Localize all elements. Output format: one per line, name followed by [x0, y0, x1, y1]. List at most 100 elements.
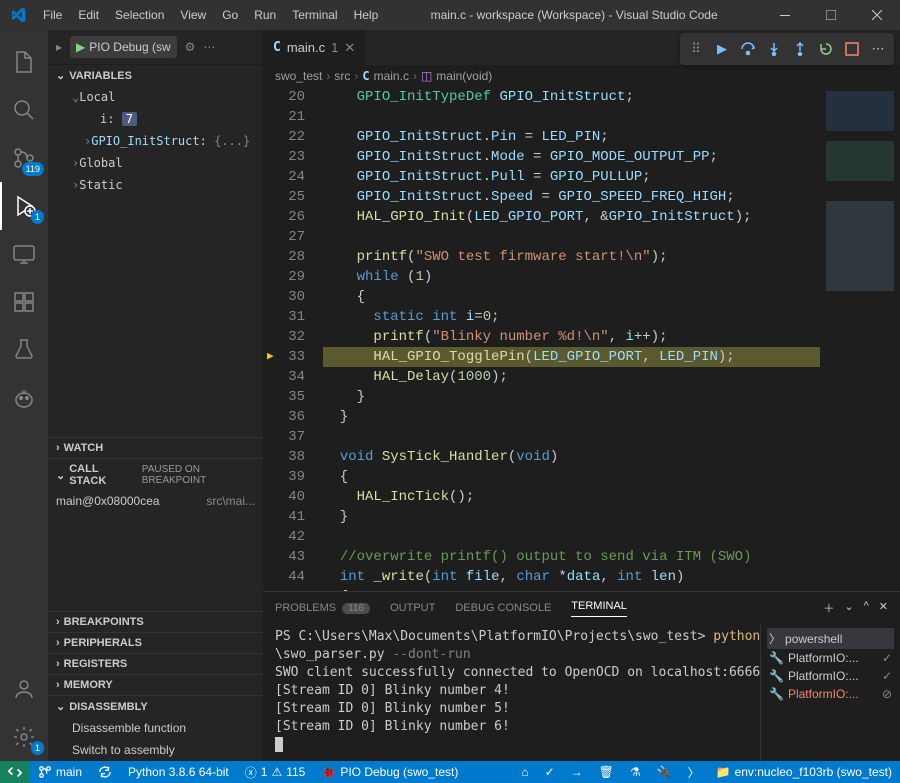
code-line[interactable]: printf("SWO test firmware start!\n"); — [323, 247, 820, 267]
menu-terminal[interactable]: Terminal — [284, 2, 345, 28]
maximize-panel-icon[interactable]: ^ — [864, 600, 869, 616]
pio-env[interactable]: 📁env:nucleo_f103rb (swo_test) — [708, 761, 900, 783]
code-line[interactable]: printf("Blinky number %d!\n", i++); — [323, 327, 820, 347]
code-editor[interactable]: 2021222324252627282930313233▶34353637383… — [263, 87, 900, 591]
code-line[interactable]: HAL_GPIO_TogglePin(LED_GPIO_PORT, LED_PI… — [323, 347, 820, 367]
code-line[interactable]: GPIO_InitStruct.Speed = GPIO_SPEED_FREQ_… — [323, 187, 820, 207]
terminal-output[interactable]: PS C:\Users\Max\Documents\PlatformIO\Pro… — [263, 624, 760, 761]
testing-icon[interactable] — [0, 326, 48, 374]
search-icon[interactable] — [0, 86, 48, 134]
code-line[interactable]: static int i=0; — [323, 307, 820, 327]
code-line[interactable]: GPIO_InitStruct.Pull = GPIO_PULLUP; — [323, 167, 820, 187]
close-panel-icon[interactable]: ✕ — [879, 600, 888, 616]
pio-test-icon[interactable]: ⚗ — [622, 761, 649, 783]
tab-debug-console[interactable]: DEBUG CONSOLE — [455, 602, 551, 614]
variable-gpio-initstruct[interactable]: › GPIO_InitStruct: {...} — [68, 130, 263, 152]
code-line[interactable]: { — [323, 287, 820, 307]
drag-handle-icon[interactable]: ⠿ — [683, 36, 709, 62]
terminal-item-pio-3[interactable]: 🔧PlatformIO:...⊘ — [767, 685, 894, 703]
remote-indicator[interactable] — [0, 761, 30, 783]
step-out-icon[interactable] — [787, 36, 813, 62]
code-line[interactable]: { — [323, 587, 820, 591]
tab-main-c[interactable]: C main.c 1 ✕ — [263, 30, 366, 65]
code-line[interactable]: GPIO_InitStruct.Pin = LED_PIN; — [323, 127, 820, 147]
minimap[interactable] — [820, 87, 900, 591]
run-debug-icon[interactable]: 1 — [0, 182, 48, 230]
variable-i[interactable]: i: 7 — [68, 108, 263, 130]
code-line[interactable]: HAL_Delay(1000); — [323, 367, 820, 387]
code-line[interactable] — [323, 227, 820, 247]
callstack-section[interactable]: ⌄CALL STACKPAUSED ON BREAKPOINT — [48, 458, 263, 491]
close-button[interactable] — [854, 0, 900, 30]
memory-section[interactable]: ›MEMORY — [48, 674, 263, 695]
terminal-item-pio-2[interactable]: 🔧PlatformIO:...✓ — [767, 667, 894, 685]
breakpoints-section[interactable]: ›BREAKPOINTS — [48, 611, 263, 632]
menu-edit[interactable]: Edit — [70, 2, 107, 28]
pio-home-icon[interactable]: ⌂ — [513, 761, 536, 783]
step-over-icon[interactable] — [735, 36, 761, 62]
code-line[interactable] — [323, 527, 820, 547]
breadcrumb[interactable]: swo_test› src› Cmain.c› ◫main(void) — [263, 65, 900, 87]
code-line[interactable]: GPIO_InitStruct.Mode = GPIO_MODE_OUTPUT_… — [323, 147, 820, 167]
callstack-frame[interactable]: main@0x08000ceasrc\mai... — [48, 491, 263, 511]
menu-view[interactable]: View — [172, 2, 214, 28]
registers-section[interactable]: ›REGISTERS — [48, 653, 263, 674]
pio-build-icon[interactable]: ✓ — [537, 761, 563, 783]
disassemble-function[interactable]: Disassemble function — [48, 717, 263, 739]
python-interpreter[interactable]: Python 3.8.6 64-bit — [120, 761, 237, 783]
pio-monitor-icon[interactable]: 🔌 — [649, 761, 680, 783]
explorer-icon[interactable] — [0, 38, 48, 86]
terminal-dropdown-icon[interactable]: ⌄ — [844, 600, 853, 616]
code-line[interactable]: while (1) — [323, 267, 820, 287]
more-actions-icon[interactable]: ⋯ — [865, 36, 891, 62]
tab-terminal[interactable]: TERMINAL — [571, 600, 627, 617]
switch-to-assembly[interactable]: Switch to assembly — [48, 739, 263, 761]
new-terminal-icon[interactable]: ＋ — [823, 600, 834, 616]
extensions-icon[interactable] — [0, 278, 48, 326]
tab-problems[interactable]: PROBLEMS116 — [275, 602, 370, 614]
menu-file[interactable]: File — [35, 2, 70, 28]
variables-section[interactable]: ⌄VARIABLES — [48, 65, 263, 86]
menu-help[interactable]: Help — [346, 2, 387, 28]
maximize-button[interactable] — [808, 0, 854, 30]
code-line[interactable]: { — [323, 467, 820, 487]
platformio-icon[interactable] — [0, 374, 48, 422]
debug-config-selector[interactable]: ▶ PIO Debug (sw — [70, 36, 177, 58]
code-line[interactable]: } — [323, 407, 820, 427]
scope-static[interactable]: › Static — [68, 174, 263, 196]
code-line[interactable]: int _write(int file, char *data, int len… — [323, 567, 820, 587]
git-branch[interactable]: main — [30, 761, 90, 783]
pio-terminal-icon[interactable]: 〉 — [680, 761, 708, 783]
debug-status[interactable]: 🐞PIO Debug (swo_test) — [313, 761, 466, 783]
menu-go[interactable]: Go — [214, 2, 246, 28]
settings-icon[interactable]: 1 — [0, 713, 48, 761]
debug-toolbar[interactable]: ⠿ ▶ ⋯ — [680, 33, 894, 65]
code-line[interactable]: GPIO_InitTypeDef GPIO_InitStruct; — [323, 87, 820, 107]
peripherals-section[interactable]: ›PERIPHERALS — [48, 632, 263, 653]
code-line[interactable]: } — [323, 387, 820, 407]
start-debug-icon[interactable]: ▶ — [76, 40, 85, 54]
remote-explorer-icon[interactable] — [0, 230, 48, 278]
code-line[interactable]: //overwrite printf() output to send via … — [323, 547, 820, 567]
code-line[interactable] — [323, 427, 820, 447]
menu-run[interactable]: Run — [246, 2, 284, 28]
more-icon[interactable]: ⋯ — [203, 40, 215, 54]
stop-icon[interactable] — [839, 36, 865, 62]
sidebar-chevron-icon[interactable]: ▸ — [56, 40, 62, 54]
close-tab-icon[interactable]: ✕ — [344, 40, 355, 56]
pio-clean-icon[interactable]: 🗑 — [591, 761, 622, 783]
code-line[interactable]: } — [323, 507, 820, 527]
disassembly-section[interactable]: ⌄DISASSEMBLY — [48, 695, 263, 717]
minimize-button[interactable] — [762, 0, 808, 30]
code-line[interactable] — [323, 107, 820, 127]
step-into-icon[interactable] — [761, 36, 787, 62]
source-control-icon[interactable]: 119 — [0, 134, 48, 182]
accounts-icon[interactable] — [0, 665, 48, 713]
scope-global[interactable]: › Global — [68, 152, 263, 174]
code-line[interactable]: void SysTick_Handler(void) — [323, 447, 820, 467]
problems-status[interactable]: ⓧ1⚠115 — [237, 761, 314, 783]
terminal-item-powershell[interactable]: 〉powershell — [767, 628, 894, 649]
menu-selection[interactable]: Selection — [107, 2, 172, 28]
tab-output[interactable]: OUTPUT — [390, 602, 435, 614]
code-line[interactable]: HAL_IncTick(); — [323, 487, 820, 507]
